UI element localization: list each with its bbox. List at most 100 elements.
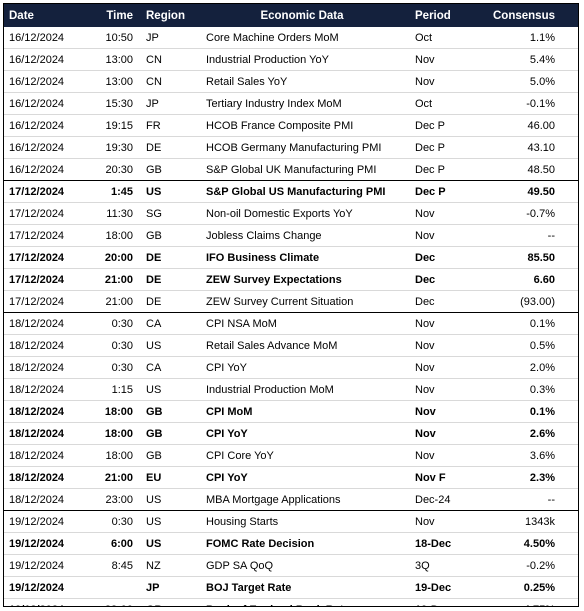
table-row[interactable]: 18/12/202421:00EUCPI YoYNov F2.3%2.3% xyxy=(4,466,578,489)
cell-last: -0.2% xyxy=(560,554,578,577)
cell-economic-data: S&P Global US Manufacturing PMI xyxy=(197,180,407,203)
cell-consensus: 5.0% xyxy=(478,70,560,93)
table-body: 16/12/2024 10:50 JP Core Machine Orders MoM… xyxy=(4,27,578,606)
cell-consensus: (93.00) xyxy=(478,290,560,313)
cell-period: Dec P xyxy=(407,158,478,181)
table-row[interactable]: 18/12/20240:30CACPI NSA MoMNov0.1%0.4% xyxy=(4,312,578,335)
table-row[interactable]: 18/12/202418:00GBCPI Core YoYNov3.6%3.3% xyxy=(4,444,578,467)
column-header-economic-data[interactable]: Economic Data xyxy=(197,4,407,27)
cell-region: JP xyxy=(138,576,197,599)
cell-period: 19-Dec xyxy=(407,598,478,606)
table-row[interactable]: 17/12/2024 18:00 GB Jobless Claims Change No… xyxy=(4,224,578,247)
cell-time: 21:00 xyxy=(86,290,138,313)
table-row[interactable]: 18/12/20240:30CACPI YoYNov2.0%2.0% xyxy=(4,356,578,379)
table-row[interactable]: 19/12/202423:00GBBank of England Bank Ra… xyxy=(4,598,578,606)
cell-period: 3Q xyxy=(407,554,478,577)
cell-date: 18/12/2024 xyxy=(4,488,86,511)
column-header-period[interactable]: Period xyxy=(407,4,478,27)
cell-consensus: 5.4% xyxy=(478,48,560,71)
cell-region: DE xyxy=(138,136,197,159)
table-row[interactable]: 18/12/2024 1:15 US Industrial Production Mo… xyxy=(4,378,578,401)
table-row[interactable]: 17/12/2024 20:00 DE IFO Business Climate Dec… xyxy=(4,246,578,269)
column-header-consensus[interactable]: Consensus xyxy=(478,4,560,27)
table-row[interactable]: 19/12/2024 6:00 US FOMC Rate Decision 18-Dec… xyxy=(4,532,578,555)
cell-time: 6:00 xyxy=(86,532,138,555)
cell-time: 23:00 xyxy=(86,598,138,606)
cell-last: 7.40 xyxy=(560,268,578,291)
table-row[interactable]: 16/12/2024 19:30 DE HCOB Germany Manufactur… xyxy=(4,136,578,159)
economic-calendar-panel: Date Time Region Economic Data Period Co… xyxy=(3,3,579,607)
cell-consensus: 85.50 xyxy=(478,246,560,269)
table-row[interactable]: 16/12/2024 10:50 JP Core Machine Orders MoM… xyxy=(4,27,578,49)
cell-last: 26.7k xyxy=(560,224,578,247)
cell-economic-data: BOJ Target Rate xyxy=(197,576,407,599)
cell-time: 21:00 xyxy=(86,268,138,291)
cell-last: 45.90 xyxy=(560,114,578,137)
table-row[interactable]: 19/12/20240:30USHousing StartsNov1343k13… xyxy=(4,510,578,533)
cell-time: 18:00 xyxy=(86,422,138,445)
cell-economic-data: S&P Global UK Manufacturing PMI xyxy=(197,158,407,181)
table-row[interactable]: 18/12/2024 23:00 US MBA Mortgage Applicatio… xyxy=(4,488,578,511)
cell-economic-data: CPI Core YoY xyxy=(197,444,407,467)
cell-consensus: 0.1% xyxy=(478,400,560,423)
table-row[interactable]: 16/12/2024 15:30 JP Tertiary Industry Index… xyxy=(4,92,578,115)
table-header: Date Time Region Economic Data Period Co… xyxy=(4,4,578,27)
table-row[interactable]: 17/12/2024 21:00 DE ZEW Survey Current Situ… xyxy=(4,290,578,313)
table-row[interactable]: 16/12/2024 20:30 GB S&P Global UK Manufactu… xyxy=(4,158,578,181)
cell-date: 16/12/2024 xyxy=(4,92,86,115)
cell-consensus: 2.6% xyxy=(478,422,560,445)
cell-economic-data: FOMC Rate Decision xyxy=(197,532,407,555)
table-row[interactable]: 18/12/2024 0:30 US Retail Sales Advance MoM… xyxy=(4,334,578,357)
cell-time xyxy=(86,576,138,599)
table-row[interactable]: 19/12/2024JPBOJ Target Rate19-Dec0.25%0.… xyxy=(4,576,578,599)
table-row[interactable]: 16/12/2024 13:00 CN Industrial Production Y… xyxy=(4,48,578,71)
cell-time: 1:45 xyxy=(86,180,138,203)
cell-consensus: 0.1% xyxy=(478,312,560,335)
cell-time: 21:00 xyxy=(86,466,138,489)
cell-date: 17/12/2024 xyxy=(4,246,86,269)
cell-time: 11:30 xyxy=(86,202,138,225)
table-row[interactable]: 16/12/2024 13:00 CN Retail Sales YoY Nov 5.0%… xyxy=(4,70,578,93)
cell-last: 1311k xyxy=(560,510,578,533)
table-row[interactable]: 18/12/202418:00GBCPI MoMNov0.1%0.6% xyxy=(4,400,578,423)
cell-last: -0.3% xyxy=(560,378,578,401)
cell-period: Nov xyxy=(407,422,478,445)
table-row[interactable]: 19/12/20248:45NZGDP SA QoQ3Q-0.2%-0.2% xyxy=(4,554,578,577)
cell-time: 13:00 xyxy=(86,70,138,93)
cell-period: Nov xyxy=(407,444,478,467)
cell-region: US xyxy=(138,532,197,555)
cell-date: 17/12/2024 xyxy=(4,224,86,247)
cell-date: 18/12/2024 xyxy=(4,312,86,335)
cell-economic-data: Tertiary Industry Index MoM xyxy=(197,92,407,115)
column-header-date[interactable]: Date xyxy=(4,4,86,27)
cell-region: US xyxy=(138,510,197,533)
cell-time: 19:30 xyxy=(86,136,138,159)
column-header-region[interactable]: Region xyxy=(138,4,197,27)
cell-period: Dec P xyxy=(407,136,478,159)
cell-economic-data: ZEW Survey Expectations xyxy=(197,268,407,291)
table-row[interactable]: 17/12/2024 21:00 DE ZEW Survey Expectations… xyxy=(4,268,578,291)
table-row[interactable]: 16/12/2024 19:15 FR HCOB France Composite P… xyxy=(4,114,578,137)
table-row[interactable]: 18/12/202418:00GBCPI YoYNov2.6%2.3% xyxy=(4,422,578,445)
cell-economic-data: Core Machine Orders MoM xyxy=(206,31,339,44)
cell-consensus: 43.10 xyxy=(478,136,560,159)
cell-region: US xyxy=(138,180,197,203)
cell-consensus: 48.50 xyxy=(478,158,560,181)
cell-last: 2.3% xyxy=(560,466,578,489)
cell-period: Nov xyxy=(407,378,478,401)
cell-time: 0:30 xyxy=(86,356,138,379)
cell-date: 17/12/2024 xyxy=(4,290,86,313)
cell-region: DE xyxy=(138,246,197,269)
column-header-time[interactable]: Time xyxy=(86,4,138,27)
cell-period: Dec-24 xyxy=(407,488,478,511)
table-row[interactable]: 17/12/2024 11:30 SG Non-oil Domestic Export… xyxy=(4,202,578,225)
cell-consensus: 46.00 xyxy=(478,114,560,137)
cell-date: 19/12/2024 xyxy=(4,598,86,606)
cell-region: DE xyxy=(138,268,197,291)
cell-region: JP xyxy=(146,31,159,44)
table-row[interactable]: 17/12/2024 1:45 US S&P Global US Manufactur… xyxy=(4,180,578,203)
cell-date: 18/12/2024 xyxy=(4,422,86,445)
cell-time: 13:00 xyxy=(86,48,138,71)
column-header-last[interactable]: Last xyxy=(560,4,578,27)
cell-economic-data: HCOB France Composite PMI xyxy=(197,114,407,137)
